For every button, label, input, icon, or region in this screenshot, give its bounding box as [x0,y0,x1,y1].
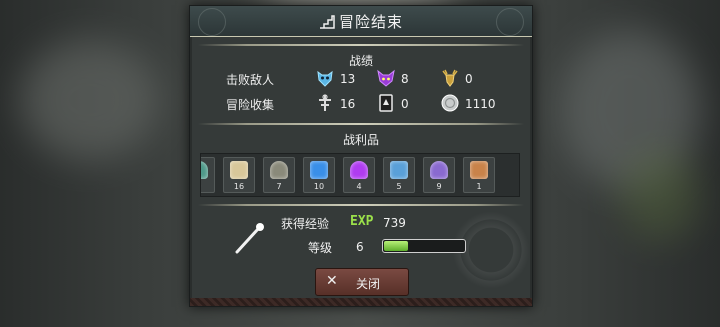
blue-question-gem-icon [310,161,328,179]
dialog-title-text: 冒险结束 [338,13,403,31]
level-value: 6 [356,240,364,254]
scroll-icon [230,161,248,179]
defeat-gold-count: 0 [465,72,473,86]
collect-coin-count: 1110 [465,97,496,111]
adventure-result-dialog: 冒险结束 战绩 击败敌人 13 8 0 冒险收集 16 0 1110 战利品 9… [189,5,533,307]
loot-count: 5 [396,182,402,191]
loot-count: 4 [356,182,362,191]
loot-slot[interactable]: 9 [423,157,455,193]
loot-list[interactable]: 9 16 7 10 4 5 9 1 [200,153,520,197]
loot-slot[interactable]: 7 [263,157,295,193]
teal-shard-icon [201,161,208,179]
level-progress-fill [384,241,408,251]
exp-gain-label: 获得经验 [281,217,330,231]
background-blur [20,40,160,160]
level-progress-bar [382,239,466,253]
bottom-border-pattern [190,298,532,306]
dialog-title-bar: 冒险结束 [190,6,532,37]
battle-record-title: 战绩 [348,54,373,68]
loot-count: 10 [313,182,325,191]
adventure-collect-label: 冒险收集 [226,98,275,112]
loot-title: 战利品 [342,133,379,147]
loot-count: 7 [276,182,282,191]
divider [198,204,524,206]
loot-slot[interactable]: 16 [223,157,255,193]
loot-count: 9 [436,182,442,191]
gold-antler-skull-icon [442,69,458,87]
loot-slot[interactable]: 10 [303,157,335,193]
blue-demon-mask-icon [317,70,333,87]
key-cross-icon [319,94,331,111]
collect-card-count: 0 [401,97,409,111]
silver-coin-icon [441,94,459,112]
loot-slot[interactable]: 5 [383,157,415,193]
pickaxe-icon [270,161,288,179]
defeat-enemies-label: 击败敌人 [226,73,275,87]
close-button-label: 关闭 [356,277,381,291]
exp-tag: EXP [350,214,374,229]
white-card-icon [379,94,393,112]
purple-cube-icon [430,161,448,179]
purple-gem-icon [350,161,368,179]
exp-value: 739 [383,216,406,230]
loot-count: 9 [201,182,214,191]
loot-count: 1 [476,182,482,191]
level-label: 等级 [308,241,333,255]
loot-slot[interactable]: 1 [463,157,495,193]
background-blur [620,150,700,240]
loot-slot[interactable]: 4 [343,157,375,193]
defeat-blue-count: 13 [340,72,356,86]
close-icon: ✕ [326,273,338,289]
loot-count: 16 [233,182,245,191]
stairs-icon [319,15,335,29]
blue-cube-icon [390,161,408,179]
defeat-purple-count: 8 [401,72,409,86]
divider [198,123,524,125]
divider [198,44,524,46]
dialog-title: 冒险结束 [190,11,532,32]
collect-key-count: 16 [340,97,356,111]
close-button[interactable]: ✕ 关闭 [315,268,409,296]
orange-cube-icon [470,161,488,179]
magic-wand-icon [235,223,264,254]
purple-demon-icon [377,69,395,87]
loot-slot[interactable]: 9 [201,157,215,193]
